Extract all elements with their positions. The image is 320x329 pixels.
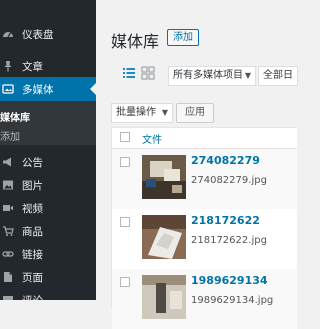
sidebar-item-label: 视频: [22, 202, 43, 215]
admin-sidebar: 仪表盘 文章 多媒体 媒体库 添加 公告 图片 视频 商品 链接 页面: [0, 0, 96, 300]
column-header-file[interactable]: 文件: [142, 131, 162, 146]
media-table: 文件 274082279 274082279.jpg 218172622 218…: [111, 127, 297, 329]
media-icon: [2, 83, 14, 95]
select-all-checkbox[interactable]: [120, 132, 130, 142]
media-title-link[interactable]: 218172622: [191, 214, 260, 227]
bulk-action-select[interactable]: 批量操作 ▼: [111, 103, 173, 123]
media-thumbnail[interactable]: [142, 155, 186, 199]
sidebar-item-label: 页面: [22, 271, 43, 284]
sidebar-item-label: 评论: [22, 293, 43, 301]
sidebar-item-label: 图片: [22, 179, 43, 192]
media-submenu: 媒体库 添加: [0, 101, 96, 145]
media-thumbnail[interactable]: [142, 215, 186, 259]
add-new-button[interactable]: 添加: [167, 29, 199, 46]
pushpin-icon: [2, 60, 14, 72]
bulk-action-value: 批量操作: [116, 107, 156, 118]
sidebar-item-images[interactable]: 图片: [0, 173, 96, 197]
chevron-down-icon: ▼: [244, 71, 251, 80]
page-icon: [2, 271, 14, 283]
sidebar-item-pages[interactable]: 页面: [0, 265, 96, 289]
megaphone-icon: [2, 156, 14, 168]
cart-icon: [2, 225, 14, 237]
submenu-item-add[interactable]: 添加: [0, 128, 20, 143]
submenu-item-library[interactable]: 媒体库: [0, 109, 30, 124]
sidebar-item-label: 链接: [22, 248, 43, 261]
sidebar-item-label: 商品: [22, 225, 43, 238]
table-row: 218172622 218172622.jpg: [112, 209, 297, 269]
sidebar-item-comments[interactable]: 评论: [0, 288, 96, 300]
apply-button[interactable]: 应用: [176, 103, 214, 123]
sidebar-item-links[interactable]: 链接: [0, 242, 96, 266]
sidebar-item-dashboard[interactable]: 仪表盘: [0, 22, 96, 46]
media-type-filter-select[interactable]: 所有多媒体项目 ▼: [168, 66, 256, 86]
sidebar-item-notice[interactable]: 公告: [0, 150, 96, 174]
table-row: 1989629134 1989629134.jpg: [112, 269, 297, 329]
media-title-link[interactable]: 274082279: [191, 154, 260, 167]
row-checkbox[interactable]: [120, 277, 130, 287]
chevron-down-icon: ▼: [161, 108, 168, 117]
sidebar-item-video[interactable]: 视频: [0, 196, 96, 220]
date-filter-select[interactable]: 全部日: [258, 66, 298, 86]
sidebar-item-media[interactable]: 多媒体: [0, 77, 96, 101]
media-filename: 218172622.jpg: [191, 235, 267, 246]
link-icon: [2, 248, 14, 260]
video-icon: [2, 202, 14, 214]
date-filter-value: 全部日: [263, 70, 293, 81]
image-icon: [2, 179, 14, 191]
sidebar-item-label: 文章: [22, 60, 43, 73]
sidebar-item-label: 公告: [22, 156, 43, 169]
media-filename: 1989629134.jpg: [191, 295, 274, 306]
page-title: 媒体库: [111, 32, 160, 51]
comment-icon: [2, 294, 14, 300]
row-checkbox[interactable]: [120, 157, 130, 167]
dashboard-icon: [2, 28, 14, 40]
media-filename: 274082279.jpg: [191, 175, 267, 186]
sidebar-item-posts[interactable]: 文章: [0, 54, 96, 78]
table-header: 文件: [112, 128, 297, 149]
row-checkbox[interactable]: [120, 217, 130, 227]
sidebar-item-products[interactable]: 商品: [0, 219, 96, 243]
sidebar-item-label: 仪表盘: [22, 28, 54, 41]
media-type-filter-value: 所有多媒体项目: [173, 70, 243, 81]
table-row: 274082279 274082279.jpg: [112, 149, 297, 209]
media-title-link[interactable]: 1989629134: [191, 274, 268, 287]
sidebar-item-label: 多媒体: [22, 83, 54, 96]
grid-view-icon[interactable]: [141, 66, 155, 80]
media-thumbnail[interactable]: [142, 275, 186, 319]
list-view-icon[interactable]: [122, 66, 136, 80]
